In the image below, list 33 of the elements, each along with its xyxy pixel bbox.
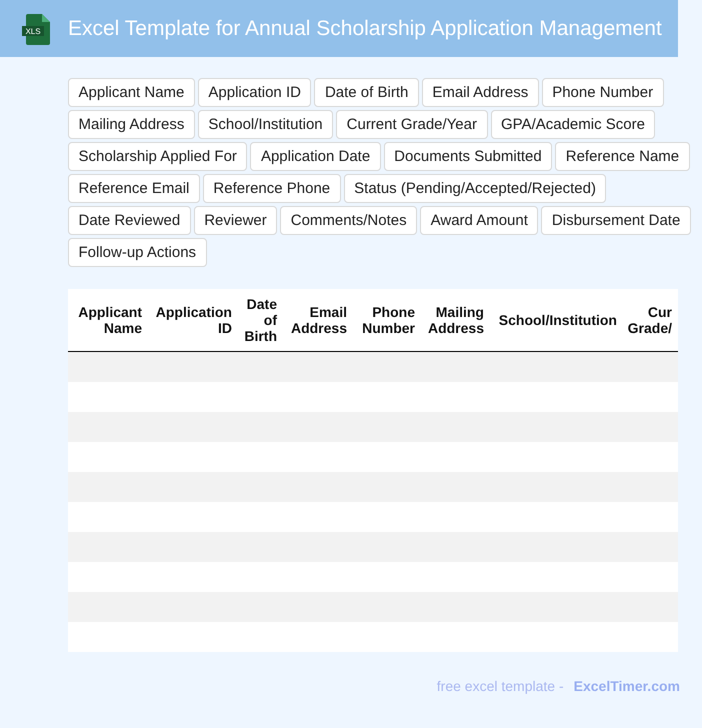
field-tag: Reference Phone <box>202 174 341 203</box>
field-tag: Mailing Address <box>68 110 195 139</box>
field-tag: Application Date <box>250 142 381 171</box>
column-header: Email Address <box>290 304 348 336</box>
field-tag: Applicant Name <box>68 78 195 107</box>
field-tag: Comments/Notes <box>280 206 418 235</box>
field-tag: Reviewer <box>194 206 278 235</box>
field-tag: Status (Pending/Accepted/Rejected) <box>344 174 606 203</box>
field-tag: Award Amount <box>420 206 538 235</box>
field-tag: Documents Submitted <box>384 142 552 171</box>
column-header: Mailing Address <box>426 304 485 336</box>
column-header: Phone Number <box>361 304 416 336</box>
column-header: Applicant Name <box>77 304 143 336</box>
column-header: Cur Grade/ <box>626 304 673 336</box>
column-header: Application ID <box>154 304 233 336</box>
field-tag: Scholarship Applied For <box>68 142 248 171</box>
page-title: Excel Template for Annual Scholarship Application Management <box>68 16 662 40</box>
field-tag: Reference Name <box>555 142 690 171</box>
field-tag: Reference Email <box>68 174 200 203</box>
footer-link[interactable]: ExcelTimer.com <box>574 678 680 694</box>
field-tag: Date of Birth <box>314 78 419 107</box>
column-header: Date of Birth <box>243 296 278 344</box>
field-tag: Current Grade/Year <box>336 110 488 139</box>
field-tag: GPA/Academic Score <box>490 110 656 139</box>
field-tag: Date Reviewed <box>68 206 191 235</box>
field-tag: Application ID <box>198 78 312 107</box>
column-header: School/Institution <box>498 312 618 328</box>
field-tag: School/Institution <box>198 110 334 139</box>
field-tag: Disbursement Date <box>541 206 691 235</box>
field-tag: Phone Number <box>542 78 664 107</box>
field-tag: Email Address <box>422 78 539 107</box>
footer-text: free excel template - <box>436 678 564 694</box>
field-tag: Follow-up Actions <box>68 238 207 267</box>
